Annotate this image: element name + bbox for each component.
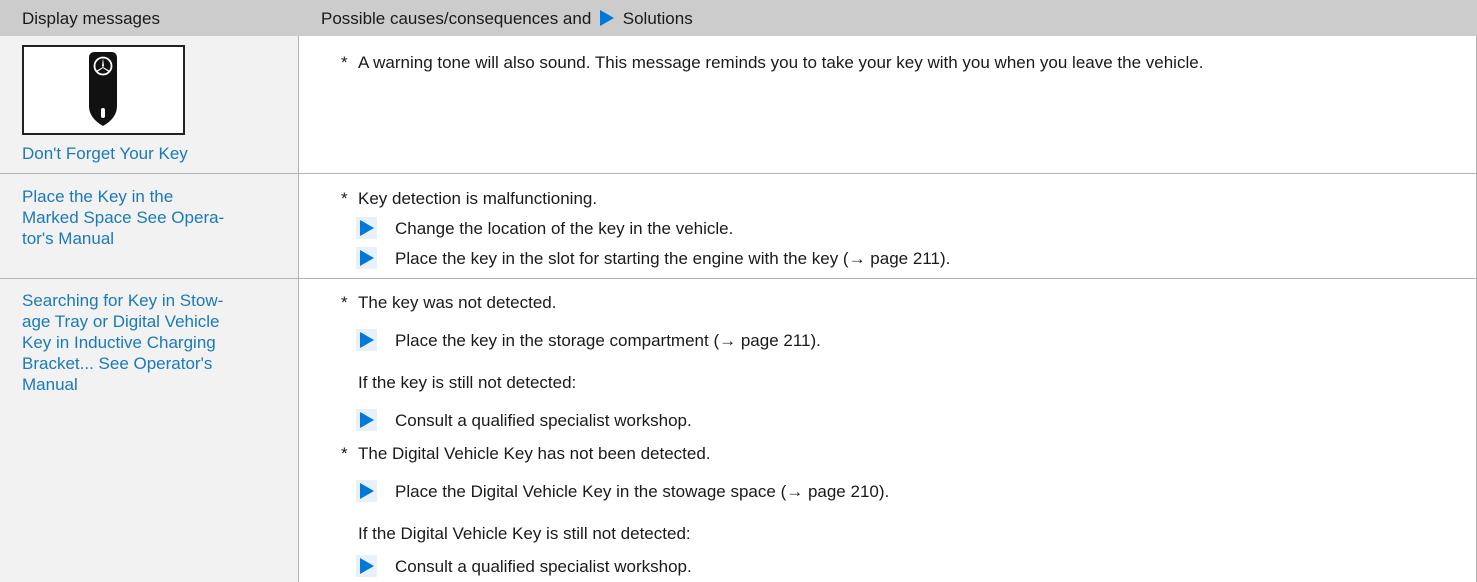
row-divider <box>0 173 1477 174</box>
header-display-messages: Display messages <box>22 9 160 28</box>
bullet-marker: * <box>341 53 348 72</box>
header-causes-solutions: Possible causes/consequences and Solutio… <box>321 9 693 29</box>
action-arrow-icon <box>360 558 374 574</box>
header-solutions-label: Solutions <box>622 9 693 28</box>
message-line: age Tray or Digital Vehicle <box>22 312 220 331</box>
cause-text: A warning tone will also sound. This mes… <box>358 53 1204 72</box>
cause-text: Key detection is malfunctioning. <box>358 189 598 208</box>
display-messages-table: Display messages Possible causes/consequ… <box>0 0 1477 582</box>
action-arrow-icon <box>360 412 374 428</box>
action-text: Consult a qualified specialist workshop. <box>395 557 692 576</box>
cause-text: The Digital Vehicle Key has not been det… <box>358 444 711 463</box>
message-dont-forget-key: Don't Forget Your Key <box>22 144 188 163</box>
display-screen <box>22 45 185 135</box>
message-line: Place the Key in the <box>22 187 174 206</box>
action-text: Place the key in the slot for starting t… <box>395 249 951 268</box>
message-line: Searching for Key in Stow- <box>22 291 224 310</box>
action-text: Consult a qualified specialist workshop. <box>395 411 692 430</box>
message-place-key-marked-space: Place the Key in the Marked Space See Op… <box>22 186 287 249</box>
action-arrow-icon <box>360 250 374 266</box>
header-causes-label: Possible causes/consequences and <box>321 9 592 28</box>
message-line: Key in Inductive Charging <box>22 333 216 352</box>
message-line: Bracket... See Operator's <box>22 354 213 373</box>
bullet-marker: * <box>341 293 348 312</box>
condition-text: If the key is still not detected: <box>358 373 577 392</box>
key-icon <box>89 52 117 126</box>
message-line: Manual <box>22 375 78 394</box>
action-text: Change the location of the key in the ve… <box>395 219 734 238</box>
table-header: Display messages Possible causes/consequ… <box>0 0 1477 36</box>
condition-text: If the Digital Vehicle Key is still not … <box>358 524 691 543</box>
action-arrow-icon <box>360 332 374 348</box>
action-text: Place the key in the storage compartment… <box>395 331 821 350</box>
message-searching-for-key: Searching for Key in Stow- age Tray or D… <box>22 290 287 395</box>
row-divider <box>0 278 1477 279</box>
solution-arrow-icon <box>600 10 615 26</box>
action-arrow-icon <box>360 220 374 236</box>
message-line: Marked Space See Opera- <box>22 208 225 227</box>
bullet-marker: * <box>341 444 348 463</box>
action-text: Place the Digital Vehicle Key in the sto… <box>395 482 890 501</box>
action-arrow-icon <box>360 483 374 499</box>
cause-text: The key was not detected. <box>358 293 557 312</box>
message-line: tor's Manual <box>22 229 115 248</box>
column-divider <box>298 36 299 582</box>
bullet-marker: * <box>341 189 348 208</box>
